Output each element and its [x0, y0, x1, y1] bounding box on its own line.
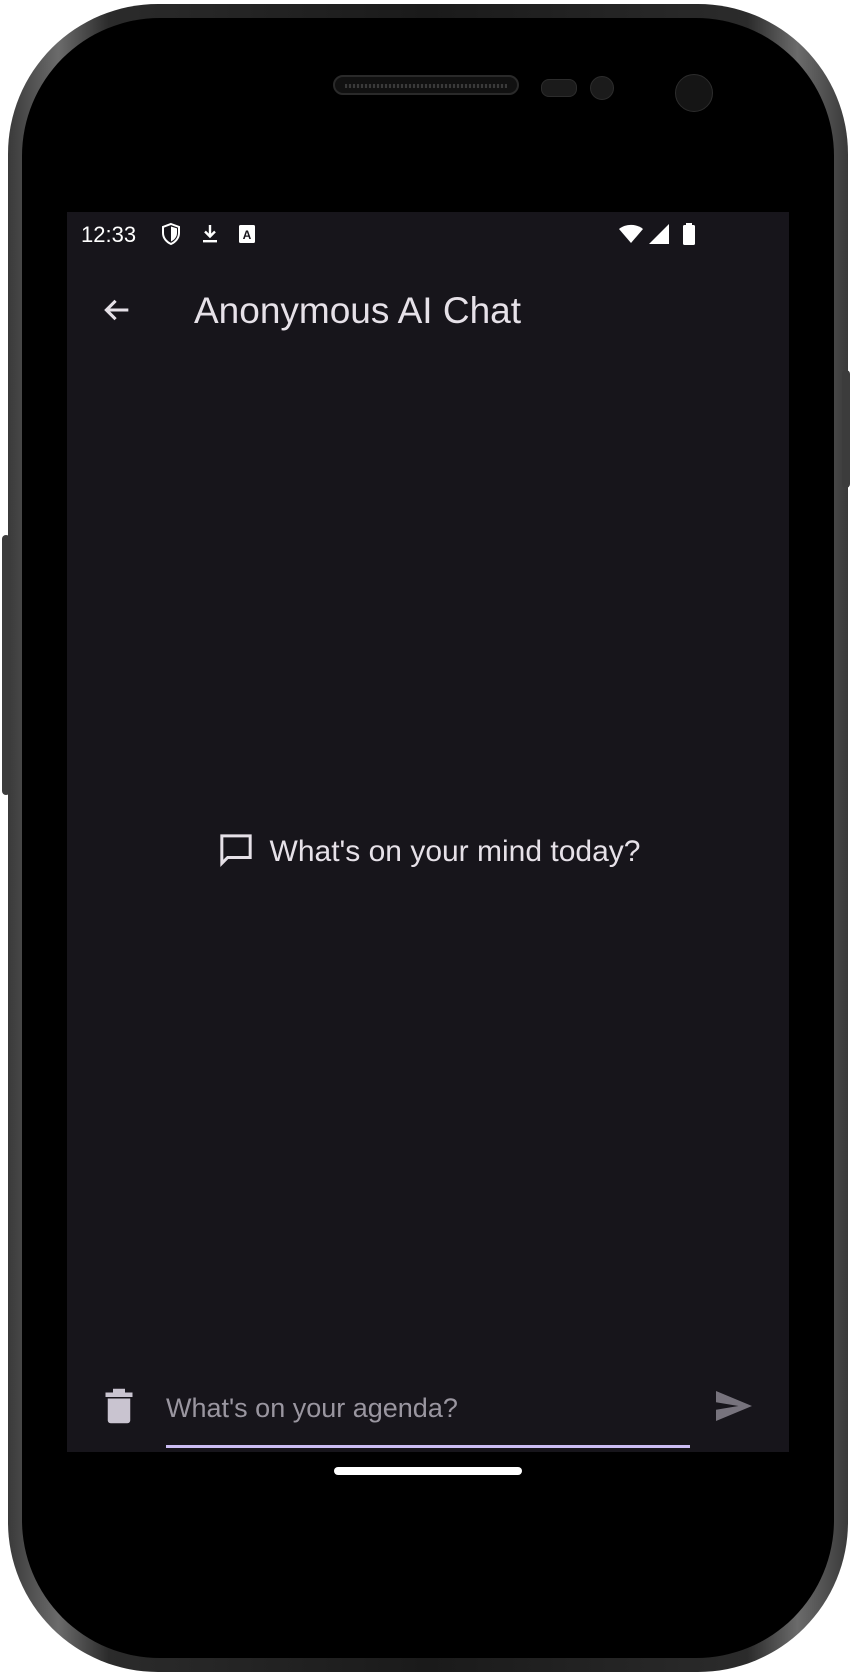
message-input[interactable]: [166, 1380, 690, 1436]
battery-icon: [677, 222, 701, 246]
keyboard-a-icon: A: [235, 222, 259, 246]
clear-chat-button[interactable]: [97, 1382, 141, 1434]
back-button[interactable]: [93, 288, 141, 336]
top-app-bar: Anonymous AI Chat: [67, 260, 789, 372]
send-button[interactable]: [710, 1384, 758, 1432]
empty-state-message: What's on your mind today?: [269, 835, 641, 868]
front-camera: [675, 74, 713, 112]
send-icon: [714, 1388, 754, 1429]
page-title: Anonymous AI Chat: [194, 290, 522, 331]
download-icon: [198, 222, 222, 246]
app-screen: 12:33 A Anonymous AI Chat What's on your…: [67, 212, 789, 1494]
status-bar: 12:33 A: [67, 212, 789, 260]
navigation-bar: [67, 1452, 789, 1494]
cellular-signal-icon: [647, 222, 671, 246]
earpiece-speaker: [333, 75, 519, 95]
arrow-back-icon: [100, 293, 134, 332]
light-sensor: [590, 76, 614, 100]
speaker-grill: [345, 84, 507, 88]
message-composer: [67, 1362, 789, 1462]
message-field[interactable]: [166, 1372, 690, 1448]
empty-state: What's on your mind today?: [67, 822, 789, 882]
shield-icon: [159, 222, 183, 246]
status-time: 12:33: [81, 222, 137, 247]
trash-icon: [104, 1388, 134, 1429]
chat-bubble-outline-icon: [216, 830, 256, 875]
volume-button: [2, 535, 10, 795]
home-indicator[interactable]: [334, 1467, 522, 1475]
svg-text:A: A: [243, 228, 252, 242]
wifi-icon: [618, 222, 643, 246]
proximity-sensor: [541, 79, 577, 97]
power-button: [842, 370, 850, 488]
